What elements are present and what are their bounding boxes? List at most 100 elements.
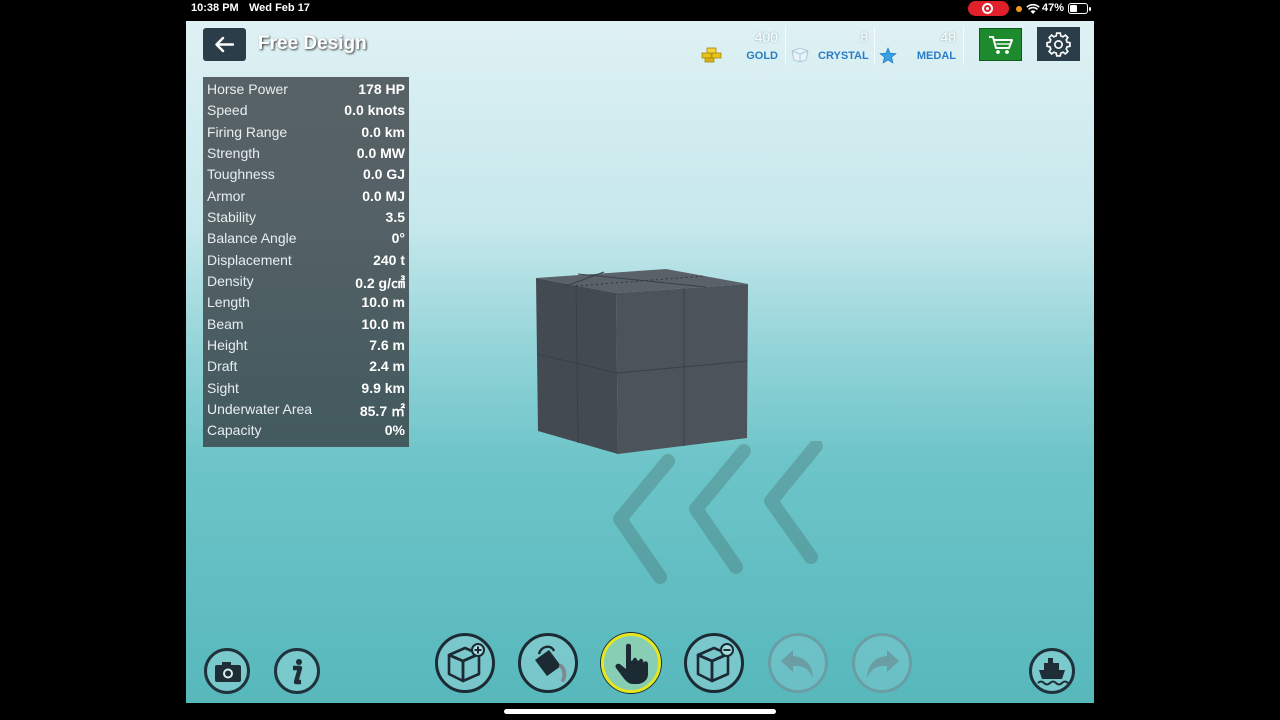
resource-divider: [874, 27, 875, 65]
stat-value: 0%: [384, 422, 405, 438]
stat-label: Stability: [207, 209, 257, 225]
stat-value: 10.0 m: [361, 294, 405, 310]
back-arrow-icon: [215, 36, 234, 53]
back-button[interactable]: [203, 28, 246, 61]
stat-label: Height: [207, 337, 248, 353]
stat-row: Underwater Area 85.7 ㎡: [203, 399, 409, 420]
redo-button[interactable]: [852, 633, 912, 693]
stat-row: Balance Angle 0°: [203, 228, 409, 249]
info-icon: [293, 659, 303, 685]
stat-row: Strength 0.0 MW: [203, 143, 409, 164]
stat-row: Beam 10.0 m: [203, 314, 409, 335]
stat-label: Firing Range: [207, 124, 288, 140]
gold-icon: [701, 47, 722, 63]
battery-percent: 47%: [1042, 2, 1065, 14]
gold-label: GOLD: [746, 50, 778, 62]
stat-label: Displacement: [207, 252, 292, 268]
launch-ship-button[interactable]: [1029, 648, 1075, 694]
stat-row: Toughness 0.0 GJ: [203, 164, 409, 185]
remove-block-button[interactable]: [684, 633, 744, 693]
page-title: Free Design: [258, 33, 367, 54]
stat-row: Stability 3.5: [203, 207, 409, 228]
stat-value: 0.0 GJ: [362, 166, 405, 182]
resource-divider: [963, 27, 964, 65]
screenshot-button[interactable]: [204, 648, 250, 694]
remove-block-icon: [696, 643, 734, 683]
ship-icon: [1037, 658, 1069, 686]
stat-row: Capacity 0%: [203, 420, 409, 441]
stat-row: Armor 0.0 MJ: [203, 186, 409, 207]
gold-value: 400: [754, 29, 778, 45]
cart-icon: [989, 36, 1013, 54]
resource-divider: [785, 27, 786, 65]
redo-icon: [867, 650, 899, 678]
stat-label: Length: [207, 294, 250, 310]
stat-label: Sight: [207, 380, 239, 396]
stat-value: 0.0 MW: [356, 145, 405, 161]
stat-row: Displacement 240 t: [203, 250, 409, 271]
camera-icon: [215, 662, 241, 682]
stat-value: 178 HP: [358, 81, 405, 97]
stat-label: Beam: [207, 316, 244, 332]
stat-label: Capacity: [207, 422, 262, 438]
status-date: Wed Feb 17: [249, 2, 310, 14]
stat-value: 2.4 m: [369, 358, 405, 374]
wifi-icon: [1026, 3, 1040, 14]
stat-value: 10.0 m: [361, 316, 405, 332]
stat-row: Sight 9.9 km: [203, 378, 409, 399]
stat-row: Draft 2.4 m: [203, 356, 409, 377]
stat-label: Armor: [207, 188, 246, 204]
status-bar: 10:38 PM Wed Feb 17 47%: [0, 0, 1280, 18]
stat-row: Speed 0.0 knots: [203, 100, 409, 121]
stat-value: 7.6 m: [369, 337, 405, 353]
paint-button[interactable]: [518, 633, 578, 693]
medal-star-icon: [879, 47, 897, 64]
stat-value: 9.9 km: [361, 380, 405, 396]
stat-label: Toughness: [207, 166, 275, 182]
stat-value: 85.7 ㎡: [359, 403, 405, 419]
stat-label: Balance Angle: [207, 230, 297, 246]
stat-row: Height 7.6 m: [203, 335, 409, 356]
ship-hull-blocks[interactable]: [516, 266, 756, 466]
crystal-icon: [791, 47, 809, 63]
add-block-icon: [447, 643, 485, 683]
stat-label: Underwater Area: [207, 401, 313, 417]
stat-row: Horse Power 178 HP: [203, 79, 409, 100]
medal-value: 48: [940, 29, 956, 45]
home-indicator[interactable]: [504, 709, 776, 714]
screen-recording-indicator[interactable]: [968, 1, 1009, 16]
hand-pointer-icon: [615, 643, 648, 684]
undo-button[interactable]: [768, 633, 828, 693]
stat-row: Firing Range 0.0 km: [203, 122, 409, 143]
stat-label: Speed: [207, 102, 248, 118]
stat-value: 0.2 g/㎤: [355, 275, 405, 291]
stat-label: Horse Power: [207, 81, 288, 97]
stat-value: 3.5: [385, 209, 405, 225]
stat-value: 0.0 knots: [344, 102, 405, 118]
stat-value: 0°: [391, 230, 405, 246]
stat-row: Density 0.2 g/㎤: [203, 271, 409, 292]
ship-stats-panel: Horse Power 178 HP Speed 0.0 knots Firing …: [203, 77, 409, 447]
crystal-label: CRYSTAL: [818, 50, 869, 62]
add-block-button[interactable]: [435, 633, 495, 693]
settings-button[interactable]: [1037, 27, 1080, 61]
paint-bucket-icon: [535, 645, 567, 682]
gear-icon: [1046, 32, 1071, 57]
medal-label: MEDAL: [916, 50, 956, 62]
status-time: 10:38 PM: [191, 2, 239, 14]
undo-icon: [781, 650, 813, 678]
stat-value: 240 t: [373, 252, 405, 268]
stat-label: Strength: [207, 145, 260, 161]
stat-label: Draft: [207, 358, 238, 374]
crystal-value: 8: [860, 29, 868, 45]
mic-indicator-icon: [1016, 6, 1022, 12]
battery-icon: [1068, 3, 1091, 14]
stat-value: 0.0 MJ: [362, 188, 405, 204]
info-button[interactable]: [274, 648, 320, 694]
shop-button[interactable]: [979, 28, 1022, 61]
select-tool-button[interactable]: [601, 633, 661, 693]
stat-label: Density: [207, 273, 254, 289]
stat-value: 0.0 km: [361, 124, 405, 140]
game-viewport[interactable]: Free Design 400 GOLD 8 CRYSTAL 48 MEDAL: [186, 21, 1094, 703]
stat-row: Length 10.0 m: [203, 292, 409, 313]
